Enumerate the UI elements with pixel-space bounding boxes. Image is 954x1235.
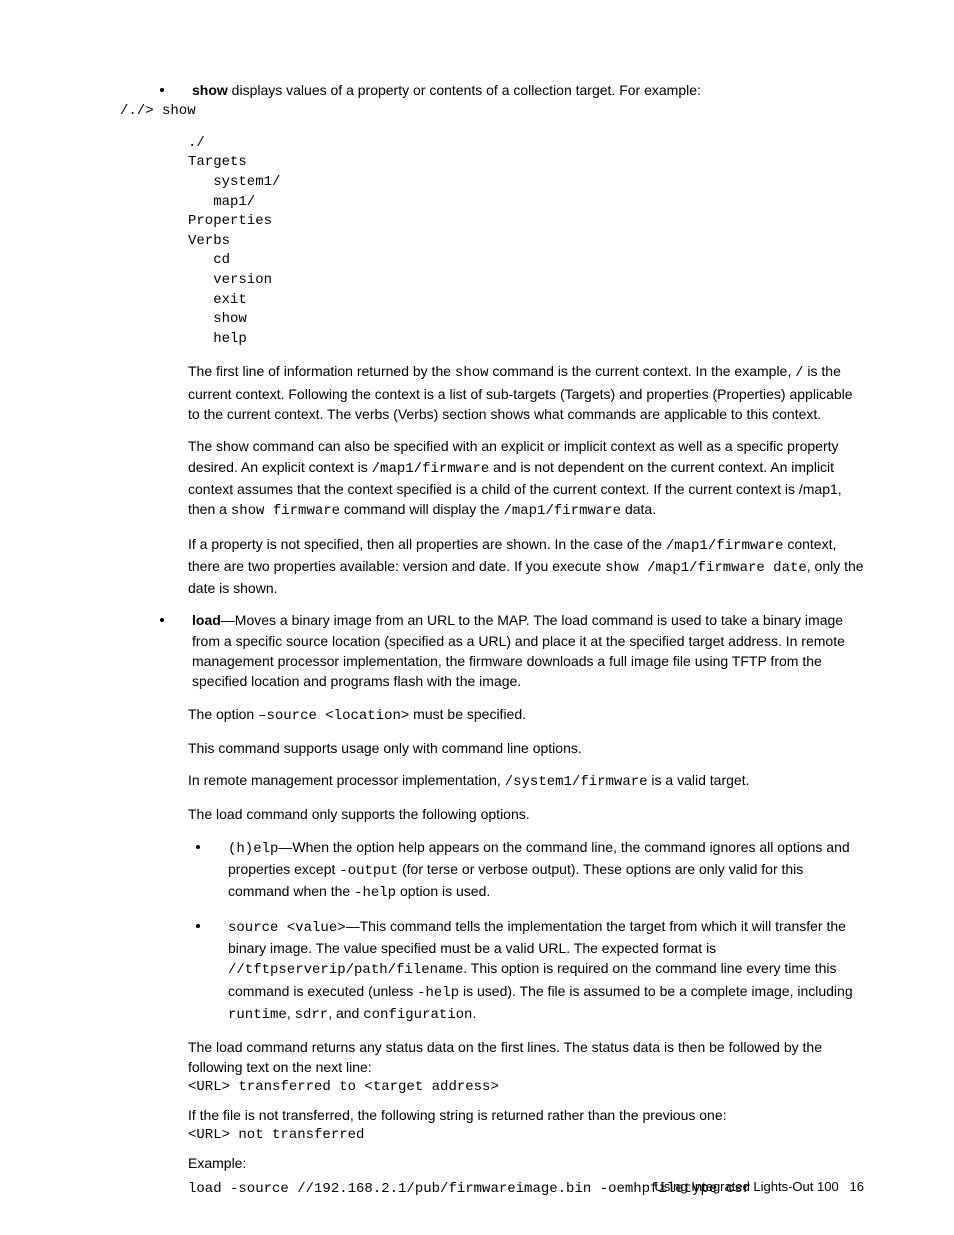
paragraph: If a property is not specified, then all… <box>188 534 864 599</box>
code-prompt: /./> show <box>120 102 864 122</box>
paragraph: In remote management processor implement… <box>188 770 864 792</box>
inline-code: –source <location> <box>258 708 409 724</box>
bullet-icon <box>160 88 164 92</box>
help-option-text: (h)elp—When the option help appears on t… <box>228 837 864 904</box>
paragraph: The option –source <location> must be sp… <box>188 704 864 726</box>
inline-code: / <box>795 365 803 381</box>
inline-code: runtime <box>228 1007 287 1023</box>
code-line: <URL> transferred to <target address> <box>188 1078 864 1098</box>
paragraph: The show command can also be specified w… <box>188 436 864 521</box>
show-item-text: show displays values of a property or co… <box>192 80 864 100</box>
load-item-text: load—Moves a binary image from an URL to… <box>192 610 864 691</box>
bullet-icon <box>196 924 200 928</box>
page-content: show displays values of a property or co… <box>0 0 954 1235</box>
text: In remote management processor implement… <box>188 772 505 788</box>
text: If a property is not specified, then all… <box>188 536 666 552</box>
inline-code: show firmware <box>231 503 340 519</box>
show-desc: displays values of a property or content… <box>228 82 701 98</box>
text: , and <box>328 1005 363 1021</box>
inline-code: /map1/firmware <box>666 538 784 554</box>
inline-code: sdrr <box>295 1007 329 1023</box>
text: The option <box>188 706 258 722</box>
paragraph: This command supports usage only with co… <box>188 738 864 758</box>
page-number: 16 <box>850 1179 864 1194</box>
inline-code: //tftpserverip/path/filename <box>228 962 463 978</box>
paragraph: The first line of information returned b… <box>188 361 864 424</box>
inline-code: show /map1/firmware date <box>605 560 807 576</box>
source-option-text: source <value>—This command tells the im… <box>228 916 864 1025</box>
load-desc: —Moves a binary image from an URL to the… <box>192 612 845 689</box>
show-bold: show <box>192 82 228 98</box>
paragraph: Example: <box>188 1153 864 1173</box>
text: is a valid target. <box>648 772 750 788</box>
inline-code: /system1/firmware <box>505 774 648 790</box>
list-item: source <value>—This command tells the im… <box>120 916 864 1025</box>
inline-code: -help <box>354 885 396 901</box>
list-item: load—Moves a binary image from an URL to… <box>120 610 864 691</box>
paragraph: The load command only supports the follo… <box>188 804 864 824</box>
code-output: ./ Targets system1/ map1/ Properties Ver… <box>188 134 864 350</box>
inline-code: /map1/firmware <box>372 461 490 477</box>
bullet-icon <box>160 618 164 622</box>
text: is used). The file is assumed to be a co… <box>459 983 853 999</box>
text: data. <box>621 501 656 517</box>
inline-code: (h)elp <box>228 841 278 857</box>
code-line: <URL> not transferred <box>188 1126 864 1146</box>
inline-code: -help <box>417 985 459 1001</box>
text: The first line of information returned b… <box>188 363 455 379</box>
inline-code: configuration <box>363 1007 472 1023</box>
text: command is the current context. In the e… <box>489 363 796 379</box>
inline-code: -output <box>339 863 398 879</box>
list-item: (h)elp—When the option help appears on t… <box>120 837 864 904</box>
text: option is used. <box>396 883 490 899</box>
inline-code: /map1/firmware <box>503 503 621 519</box>
text: must be specified. <box>409 706 526 722</box>
text: command will display the <box>340 501 503 517</box>
page-footer: Using Integrated Lights-Out 100 16 <box>654 1178 864 1197</box>
footer-text: Using Integrated Lights-Out 100 <box>654 1179 838 1194</box>
bullet-icon <box>196 845 200 849</box>
paragraph: If the file is not transferred, the foll… <box>188 1105 864 1125</box>
text: . <box>472 1005 476 1021</box>
inline-code: source <value> <box>228 920 346 936</box>
paragraph: The load command returns any status data… <box>188 1037 864 1078</box>
inline-code: show <box>455 365 489 381</box>
text: , <box>287 1005 295 1021</box>
list-item: show displays values of a property or co… <box>120 80 864 100</box>
load-bold: load <box>192 612 221 628</box>
